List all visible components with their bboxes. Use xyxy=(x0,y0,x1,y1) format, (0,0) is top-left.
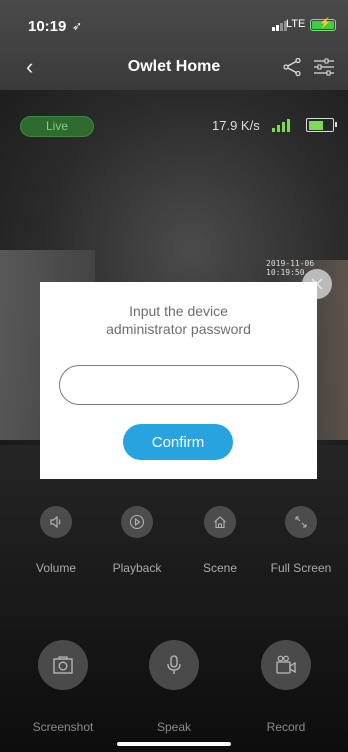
settings-sliders-icon[interactable] xyxy=(313,57,335,77)
playback-label: Playback xyxy=(112,561,162,575)
home-scene-icon xyxy=(214,516,226,529)
dialog-message-line2: administrator password xyxy=(106,321,251,337)
volume-icon xyxy=(50,515,61,529)
record-video-icon xyxy=(276,655,296,674)
live-badge: Live xyxy=(20,116,94,137)
record-action[interactable]: Record xyxy=(246,640,326,734)
volume-label: Volume xyxy=(35,561,77,575)
nav-bar: ‹ Owlet Home xyxy=(0,44,348,90)
fullscreen-icon xyxy=(295,516,307,528)
screenshot-label: Screenshot xyxy=(32,720,94,734)
home-indicator[interactable] xyxy=(117,742,231,746)
share-icon[interactable] xyxy=(282,57,302,77)
speak-label: Speak xyxy=(156,720,192,734)
screenshot-action[interactable]: Screenshot xyxy=(23,640,103,734)
screenshot-icon xyxy=(53,656,73,674)
password-input[interactable] xyxy=(59,365,299,405)
record-label: Record xyxy=(266,720,306,734)
confirm-button[interactable]: Confirm xyxy=(123,424,233,460)
playback-control[interactable]: Playback xyxy=(102,506,172,575)
fullscreen-control[interactable]: Full Screen xyxy=(266,506,336,575)
playback-icon xyxy=(129,514,145,530)
dialog-message-line1: Input the device xyxy=(129,303,228,319)
scene-control[interactable]: Scene xyxy=(185,506,255,575)
speak-action[interactable]: Speak xyxy=(134,640,214,734)
status-time: 10:19 xyxy=(28,18,67,35)
battery-charging-icon: ⚡ xyxy=(310,18,336,31)
volume-control[interactable]: Volume xyxy=(21,506,91,575)
camera-battery-icon xyxy=(306,118,337,132)
location-icon: ➶ xyxy=(72,19,83,33)
password-dialog: Input the device administrator password … xyxy=(40,282,317,479)
camera-signal-icon xyxy=(272,118,290,132)
network-type: LTE xyxy=(286,18,306,30)
fullscreen-label: Full Screen xyxy=(270,561,332,575)
dialog-message: Input the device administrator password xyxy=(40,302,317,338)
status-bar: 10:19 ➶ LTE ⚡ xyxy=(0,0,348,44)
cell-signal-icon xyxy=(272,20,287,31)
scene-label: Scene xyxy=(202,561,238,575)
microphone-icon xyxy=(167,655,181,674)
stream-speed: 17.9 K/s xyxy=(212,118,260,133)
